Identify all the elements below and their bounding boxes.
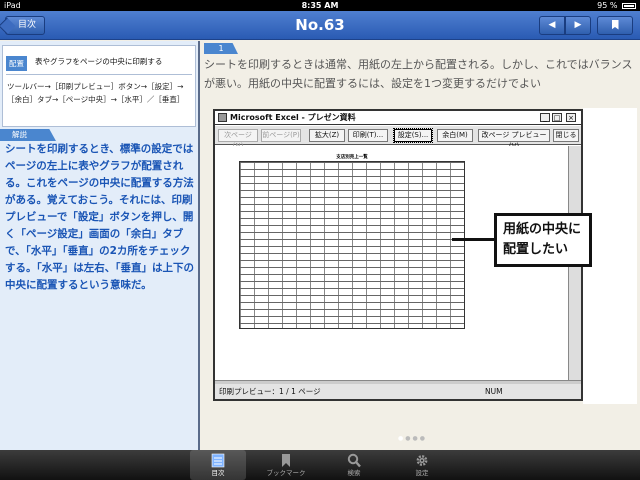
nav-bar: No.63 目次 ◀ ▶: [0, 11, 640, 40]
topic-title: 表やグラフをページの中央に印刷する: [35, 57, 163, 66]
restore-icon: □: [552, 113, 562, 122]
toc-back-button[interactable]: 目次: [5, 16, 45, 35]
tab-search-label: 検索: [347, 469, 361, 477]
sheet-title: 支店別売上一覧: [336, 155, 368, 160]
status-num: NUM: [485, 387, 503, 396]
tab-settings-label: 設定: [415, 469, 429, 477]
status-preview-text: 印刷プレビュー：1 / 1 ページ: [219, 387, 321, 396]
battery-status: 95 %: [597, 0, 636, 11]
battery-percent: 95 %: [597, 1, 618, 10]
prev-page-button[interactable]: ◀: [539, 16, 565, 35]
excel-window-title: Microsoft Excel - プレゼン資料: [230, 113, 356, 122]
next-page-button[interactable]: ▶: [565, 16, 591, 35]
triangle-right-icon: ▶: [574, 20, 582, 30]
explanation-text: シートを印刷するとき、標準の設定ではページの左上に表やグラフが配置される。これを…: [5, 143, 194, 291]
step-number: 1: [204, 43, 238, 54]
kaisetsu-label: 解説: [0, 129, 56, 141]
toolbar-setup: 設定(S)...: [393, 128, 433, 143]
toolbar-page-break: 改ページ プレビュー(V): [478, 129, 550, 150]
clock: 8:35 AM: [301, 1, 339, 10]
page-indicator-dots: ●●●●: [398, 435, 427, 442]
toolbar-prev-page: 前ページ(P): [261, 129, 301, 142]
preview-toolbar: 次ページ(N) 前ページ(P) 拡大(Z) 印刷(T)... 設定(S)... …: [215, 126, 581, 150]
topic-tag: 配置: [6, 56, 27, 71]
excel-app-icon: [218, 113, 227, 122]
excel-title-bar: Microsoft Excel - プレゼン資料 _ □ ×: [215, 111, 581, 125]
triangle-left-icon: ◀: [548, 20, 556, 30]
status-bar: iPad 8:35 AM 95 %: [0, 0, 640, 11]
bookmark-icon: [282, 454, 290, 467]
tab-toc[interactable]: 目次: [190, 450, 246, 480]
callout-box: 用紙の中央に配置したい: [494, 213, 592, 267]
callout-pointer: [452, 238, 494, 241]
preview-sheet: 支店別売上一覧: [239, 154, 465, 329]
toolbar-zoom: 拡大(Z): [309, 129, 345, 142]
tab-bar: 目次 ブックマーク 検索 設定: [0, 450, 640, 480]
search-icon: [347, 453, 361, 468]
ipad-screen: iPad 8:35 AM 95 % No.63 目次 ◀ ▶ 配置 表やグラフを…: [0, 0, 640, 480]
gear-icon: [416, 455, 428, 466]
bookmark-button[interactable]: [597, 16, 633, 35]
divider: [6, 74, 192, 75]
toolbar-next-page: 次ページ(N): [218, 129, 258, 150]
topic-box: 配置 表やグラフをページの中央に印刷する ツールバー→［印刷プレビュー］ボタン→…: [2, 45, 196, 127]
tab-toc-label: 目次: [211, 469, 225, 477]
battery-icon: [622, 2, 636, 9]
tab-bookmark[interactable]: ブックマーク: [258, 450, 314, 480]
minimize-icon: _: [540, 113, 550, 122]
topic-steps: ツールバー→［印刷プレビュー］ボタン→［設定］→［余白］タブ→［ページ中央］→［…: [7, 82, 185, 104]
toc-icon: [211, 453, 225, 468]
toolbar-margins: 余白(M): [437, 129, 473, 142]
close-icon: ×: [566, 113, 576, 122]
tab-search[interactable]: 検索: [326, 450, 382, 480]
excel-status-bar: 印刷プレビュー：1 / 1 ページ NUM: [215, 384, 581, 399]
sheet-grid: [239, 161, 465, 329]
summary-panel: 配置 表やグラフをページの中央に印刷する ツールバー→［印刷プレビュー］ボタン→…: [0, 41, 200, 450]
bookmark-icon: [611, 19, 619, 30]
tab-settings[interactable]: 設定: [394, 450, 450, 480]
main-content: 1 シートを印刷するときは通常、用紙の左上から配置される。しかし、これではバラン…: [202, 41, 640, 450]
toolbar-print: 印刷(T)...: [348, 129, 388, 142]
step-text: シートを印刷するときは通常、用紙の左上から配置される。しかし、これではバランスが…: [204, 58, 633, 90]
toolbar-close: 閉じる: [553, 129, 579, 142]
tab-bookmark-label: ブックマーク: [266, 469, 306, 477]
